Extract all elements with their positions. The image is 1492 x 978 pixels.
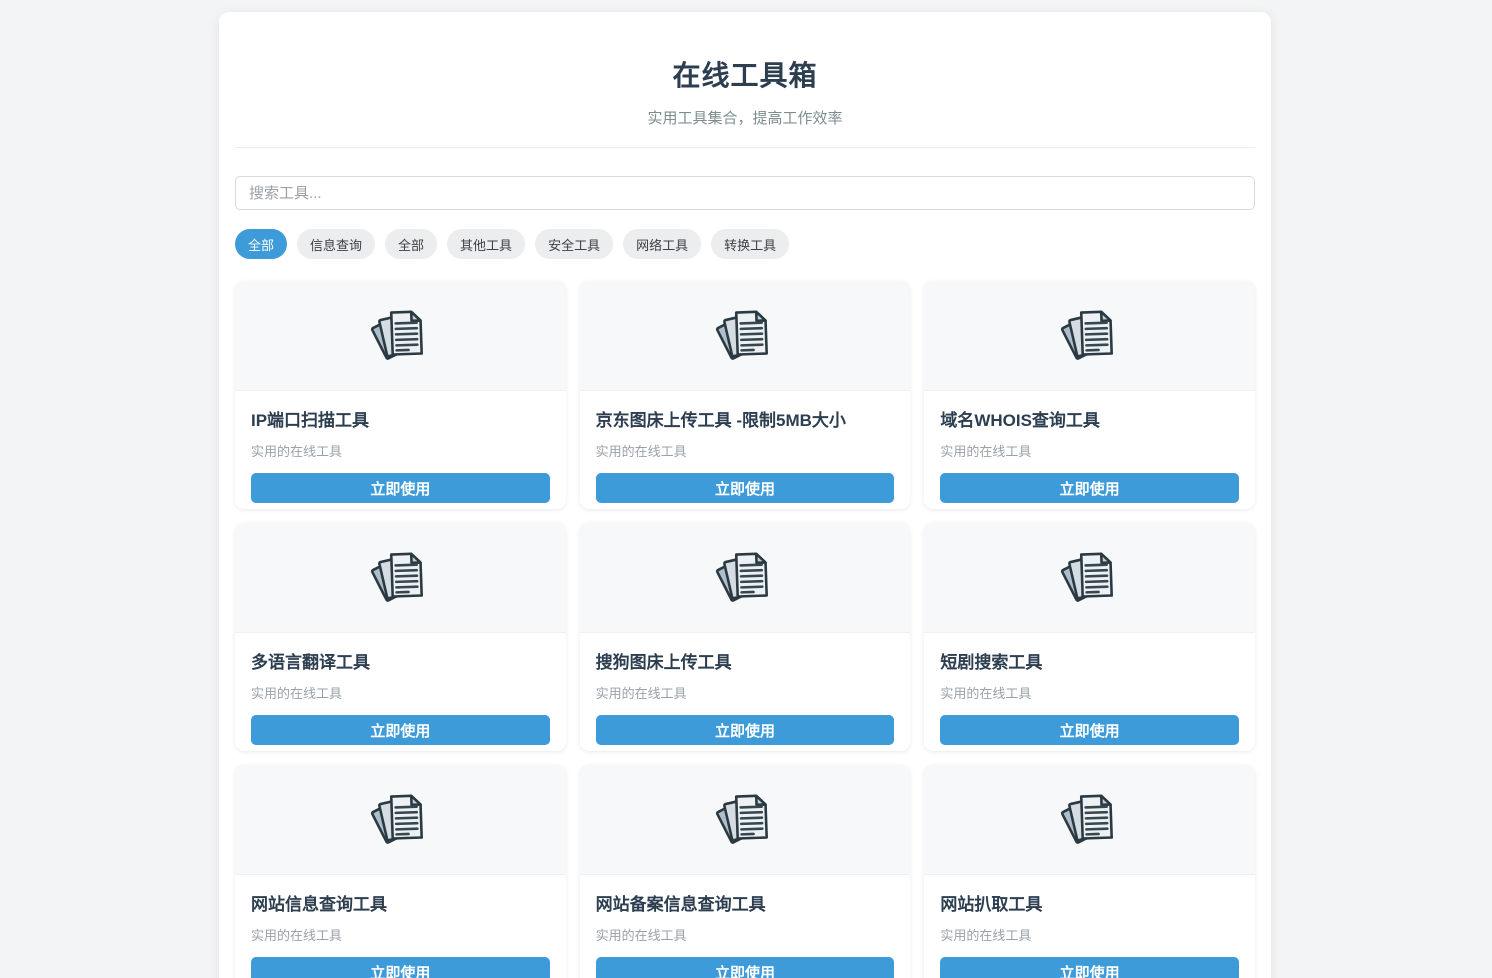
use-tool-button[interactable]: 立即使用 — [251, 473, 550, 503]
documents-icon — [1058, 789, 1122, 851]
documents-icon — [1058, 547, 1122, 609]
use-tool-button[interactable]: 立即使用 — [251, 957, 550, 978]
tool-description: 实用的在线工具 — [251, 683, 550, 702]
filter-pill[interactable]: 全部 — [235, 229, 287, 259]
tool-title: 网站扒取工具 — [940, 890, 1239, 915]
tool-card-body: 网站备案信息查询工具 实用的在线工具 立即使用 — [580, 875, 911, 978]
tool-icon-area — [235, 765, 566, 875]
tool-title: IP端口扫描工具 — [251, 406, 550, 431]
tool-card-body: 网站信息查询工具 实用的在线工具 立即使用 — [235, 875, 566, 978]
tool-card: 多语言翻译工具 实用的在线工具 立即使用 — [235, 523, 566, 751]
tool-icon-area — [235, 281, 566, 391]
tool-description: 实用的在线工具 — [596, 441, 895, 460]
use-tool-button[interactable]: 立即使用 — [940, 957, 1239, 978]
filter-pill[interactable]: 转换工具 — [711, 229, 789, 259]
use-tool-button[interactable]: 立即使用 — [596, 957, 895, 978]
filter-pill[interactable]: 其他工具 — [447, 229, 525, 259]
tool-title: 短剧搜索工具 — [940, 648, 1239, 673]
tool-card: 搜狗图床上传工具 实用的在线工具 立即使用 — [580, 523, 911, 751]
documents-icon — [713, 789, 777, 851]
tool-card: IP端口扫描工具 实用的在线工具 立即使用 — [235, 281, 566, 509]
tool-title: 搜狗图床上传工具 — [596, 648, 895, 673]
tool-description: 实用的在线工具 — [596, 683, 895, 702]
tool-card-body: IP端口扫描工具 实用的在线工具 立即使用 — [235, 391, 566, 509]
search-input[interactable] — [235, 176, 1255, 210]
tool-card-body: 多语言翻译工具 实用的在线工具 立即使用 — [235, 633, 566, 751]
tool-card: 网站备案信息查询工具 实用的在线工具 立即使用 — [580, 765, 911, 978]
tool-card-body: 搜狗图床上传工具 实用的在线工具 立即使用 — [580, 633, 911, 751]
tool-description: 实用的在线工具 — [940, 925, 1239, 944]
documents-icon — [368, 305, 432, 367]
use-tool-button[interactable]: 立即使用 — [251, 715, 550, 745]
tool-card: 网站扒取工具 实用的在线工具 立即使用 — [924, 765, 1255, 978]
tool-icon-area — [924, 765, 1255, 875]
tool-title: 多语言翻译工具 — [251, 648, 550, 673]
use-tool-button[interactable]: 立即使用 — [940, 715, 1239, 745]
tool-icon-area — [924, 281, 1255, 391]
tool-icon-area — [235, 523, 566, 633]
tool-card: 京东图床上传工具 -限制5MB大小 实用的在线工具 立即使用 — [580, 281, 911, 509]
use-tool-button[interactable]: 立即使用 — [596, 473, 895, 503]
header-divider — [235, 147, 1255, 148]
tool-card-body: 短剧搜索工具 实用的在线工具 立即使用 — [924, 633, 1255, 751]
tool-card: 网站信息查询工具 实用的在线工具 立即使用 — [235, 765, 566, 978]
filter-pill[interactable]: 全部 — [385, 229, 437, 259]
tool-description: 实用的在线工具 — [596, 925, 895, 944]
tool-card-grid: IP端口扫描工具 实用的在线工具 立即使用 — [235, 281, 1255, 978]
tool-title: 京东图床上传工具 -限制5MB大小 — [596, 406, 895, 431]
tool-card: 域名WHOIS查询工具 实用的在线工具 立即使用 — [924, 281, 1255, 509]
filter-pill[interactable]: 网络工具 — [623, 229, 701, 259]
documents-icon — [713, 305, 777, 367]
tool-title: 网站备案信息查询工具 — [596, 890, 895, 915]
tool-description: 实用的在线工具 — [940, 441, 1239, 460]
tool-card-body: 域名WHOIS查询工具 实用的在线工具 立即使用 — [924, 391, 1255, 509]
documents-icon — [713, 547, 777, 609]
tool-icon-area — [580, 523, 911, 633]
documents-icon — [368, 547, 432, 609]
tool-title: 域名WHOIS查询工具 — [940, 406, 1239, 431]
documents-icon — [1058, 305, 1122, 367]
tool-icon-area — [580, 765, 911, 875]
use-tool-button[interactable]: 立即使用 — [940, 473, 1239, 503]
filter-pill-bar: 全部信息查询全部其他工具安全工具网络工具转换工具 — [235, 229, 1255, 259]
toolbox-panel: 在线工具箱 实用工具集合，提高工作效率 全部信息查询全部其他工具安全工具网络工具… — [219, 12, 1271, 978]
page-subtitle: 实用工具集合，提高工作效率 — [235, 107, 1255, 128]
tool-card-body: 网站扒取工具 实用的在线工具 立即使用 — [924, 875, 1255, 978]
page-header: 在线工具箱 实用工具集合，提高工作效率 — [235, 54, 1255, 148]
tool-icon-area — [580, 281, 911, 391]
filter-pill[interactable]: 安全工具 — [535, 229, 613, 259]
filter-pill[interactable]: 信息查询 — [297, 229, 375, 259]
tool-description: 实用的在线工具 — [251, 441, 550, 460]
tool-description: 实用的在线工具 — [251, 925, 550, 944]
tool-description: 实用的在线工具 — [940, 683, 1239, 702]
tool-icon-area — [924, 523, 1255, 633]
tool-title: 网站信息查询工具 — [251, 890, 550, 915]
documents-icon — [368, 789, 432, 851]
use-tool-button[interactable]: 立即使用 — [596, 715, 895, 745]
tool-card-body: 京东图床上传工具 -限制5MB大小 实用的在线工具 立即使用 — [580, 391, 911, 509]
tool-card: 短剧搜索工具 实用的在线工具 立即使用 — [924, 523, 1255, 751]
page-title: 在线工具箱 — [235, 54, 1255, 94]
